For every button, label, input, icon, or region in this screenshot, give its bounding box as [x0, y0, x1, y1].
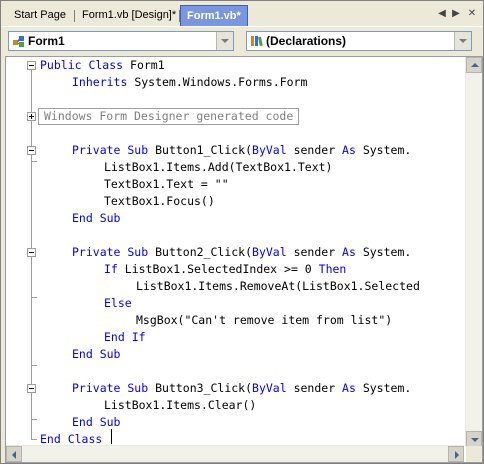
scroll-down-button[interactable] [466, 431, 482, 447]
arrow-up-icon [471, 63, 479, 67]
code-editor[interactable]: Public Class Form1 Inherits System.Windo… [5, 56, 483, 463]
collapse-button3-sub-icon[interactable] [27, 384, 36, 393]
code-editor-window: Start Page Form1.vb [Design]* Form1.vb* … [0, 0, 484, 464]
tab-form1-code[interactable]: Form1.vb* [180, 5, 248, 26]
tab-start-page[interactable]: Start Page [8, 7, 72, 24]
outline-line [31, 419, 37, 420]
code-line: TextBox1.Focus() [104, 194, 215, 208]
expand-region-icon[interactable] [27, 112, 36, 121]
code-line: If ListBox1.SelectedIndex >= 0 Then [104, 262, 347, 276]
code-line: MsgBox("Can't remove item from list") [136, 313, 393, 327]
arrow-right-icon [455, 451, 459, 459]
horizontal-scrollbar[interactable] [6, 445, 464, 462]
tab-divider [74, 10, 75, 22]
code-line: Private Sub Button3_Click(ByVal sender A… [72, 381, 412, 395]
collapsed-region-label[interactable]: Windows Form Designer generated code [38, 108, 300, 125]
method-name-dropdown[interactable]: (Declarations) [246, 31, 472, 51]
code-line: Inherits System.Windows.Forms.Form [72, 75, 308, 89]
code-line: End Sub [72, 415, 121, 429]
outline-line [31, 365, 37, 366]
navigation-bar: Form1 (Declarations) [2, 27, 482, 55]
scroll-right-button[interactable] [448, 446, 464, 462]
declarations-icon [251, 36, 263, 47]
tab-form1-design[interactable]: Form1.vb [Design]* [76, 7, 182, 24]
collapse-button2-sub-icon[interactable] [27, 248, 36, 257]
scroll-tabs-left-icon[interactable]: ◀ [436, 8, 448, 20]
scroll-up-button[interactable] [466, 57, 482, 73]
scroll-left-button[interactable] [6, 446, 22, 462]
chevron-down-icon[interactable] [454, 32, 471, 50]
code-line: End Sub [72, 347, 121, 361]
chevron-down-icon[interactable] [216, 32, 233, 50]
document-tab-strip: Start Page Form1.vb [Design]* Form1.vb* … [2, 2, 482, 27]
code-line: Public Class Form1 [40, 58, 165, 72]
code-line: Else [104, 296, 132, 310]
code-line: ListBox1.Items.Add(TextBox1.Text) [104, 160, 333, 174]
code-line: End Sub [72, 211, 121, 225]
close-tab-icon[interactable]: ✕ [466, 8, 478, 20]
code-text-area[interactable]: Public Class Form1 Inherits System.Windo… [6, 57, 464, 447]
scrollbar-corner [466, 446, 482, 462]
code-line: TextBox1.Text = "" [104, 177, 229, 191]
class-icon [13, 36, 24, 47]
outline-line [31, 297, 37, 298]
method-dropdown-value: (Declarations) [266, 34, 347, 48]
collapse-button1-sub-icon[interactable] [27, 146, 36, 155]
code-line: End If [104, 330, 146, 344]
collapse-class-icon[interactable] [27, 61, 36, 70]
vertical-scrollbar[interactable] [465, 57, 482, 447]
class-dropdown-value: Form1 [28, 34, 65, 48]
code-line: ListBox1.Items.Clear() [104, 398, 257, 412]
class-name-dropdown[interactable]: Form1 [8, 31, 234, 51]
arrow-down-icon [471, 438, 479, 442]
outline-line [31, 161, 37, 162]
outline-line [31, 439, 37, 440]
arrow-left-icon [12, 451, 16, 459]
scroll-tabs-right-icon[interactable]: ▶ [450, 8, 462, 20]
code-line: Private Sub Button2_Click(ByVal sender A… [72, 245, 412, 259]
code-line: ListBox1.Items.RemoveAt(ListBox1.Selecte… [136, 279, 420, 293]
text-caret [111, 429, 112, 444]
code-line: Private Sub Button1_Click(ByVal sender A… [72, 143, 412, 157]
